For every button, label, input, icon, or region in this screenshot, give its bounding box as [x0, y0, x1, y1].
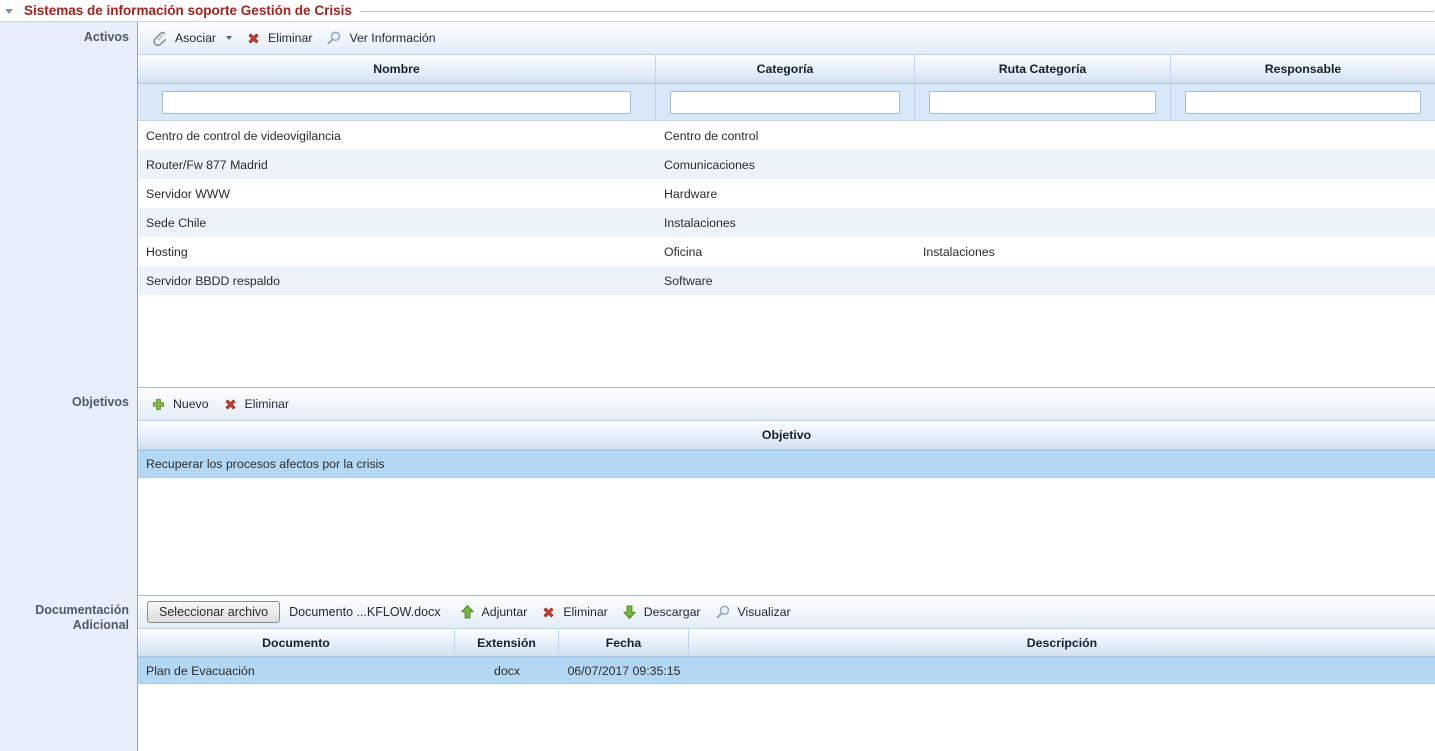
cell-categoria: Software	[656, 274, 915, 288]
column-header-nombre[interactable]: Nombre	[138, 55, 656, 83]
cell-objetivo: Recuperar los procesos afectos por la cr…	[138, 457, 1435, 471]
visualizar-label: Visualizar	[738, 605, 791, 619]
nuevo-label: Nuevo	[173, 397, 209, 411]
table-row[interactable]: Hosting Oficina Instalaciones	[138, 237, 1435, 266]
section-documentacion: Documentación Adicional Seleccionar arch…	[0, 595, 1435, 751]
documentacion-grid-header: Documento Extensión Fecha Descripción	[138, 629, 1435, 657]
column-header-descripcion[interactable]: Descripción	[689, 629, 1435, 656]
selected-file-name: Documento ...KFLOW.docx	[289, 605, 440, 619]
cell-ruta-categoria: Instalaciones	[915, 245, 1171, 259]
visualizar-button[interactable]: Visualizar	[708, 600, 798, 624]
activos-filter-row	[138, 84, 1435, 121]
page-title: Sistemas de información soporte Gestión …	[24, 3, 352, 18]
asociar-label: Asociar	[175, 31, 216, 45]
objetivos-panel: Nuevo Eliminar Objetivo Recuperar los pr…	[138, 387, 1435, 595]
delete-cross-icon	[246, 31, 261, 46]
documentacion-label: Documentación Adicional	[0, 595, 138, 751]
filter-input-nombre[interactable]	[162, 91, 631, 114]
chevron-down-icon[interactable]	[226, 36, 232, 40]
documentacion-eliminar-button[interactable]: Eliminar	[534, 601, 614, 624]
plus-icon	[151, 397, 166, 412]
column-header-responsable[interactable]: Responsable	[1171, 55, 1435, 83]
cell-documento: Plan de Evacuación	[138, 664, 455, 678]
adjuntar-button[interactable]: Adjuntar	[453, 600, 535, 624]
column-header-fecha[interactable]: Fecha	[559, 629, 689, 656]
cell-nombre: Hosting	[138, 245, 656, 259]
arrow-down-icon	[622, 604, 637, 620]
eliminar-label: Eliminar	[563, 605, 607, 619]
magnifier-icon	[326, 30, 342, 46]
filter-cell-ruta-categoria	[915, 84, 1171, 120]
cell-categoria: Comunicaciones	[656, 158, 915, 172]
table-row[interactable]: Router/Fw 877 Madrid Comunicaciones	[138, 150, 1435, 179]
column-header-ruta-categoria[interactable]: Ruta Categoría	[915, 55, 1171, 83]
descargar-label: Descargar	[644, 605, 701, 619]
activos-toolbar: Asociar Eliminar Ver Información	[138, 22, 1435, 55]
objetivos-toolbar: Nuevo Eliminar	[138, 388, 1435, 421]
delete-cross-icon	[541, 605, 556, 620]
activos-label: Activos	[0, 22, 138, 387]
section-activos: Activos Asociar Eliminar	[0, 22, 1435, 387]
ver-informacion-label: Ver Información	[349, 31, 435, 45]
asociar-button[interactable]: Asociar	[144, 26, 239, 51]
documentacion-label-line2: Adicional	[0, 618, 129, 633]
cell-extension: docx	[455, 664, 559, 678]
main-content: Activos Asociar Eliminar	[0, 21, 1435, 751]
paperclip-icon	[151, 30, 168, 47]
magnifier-icon	[715, 604, 731, 620]
filter-input-responsable[interactable]	[1185, 91, 1421, 114]
table-row-selected[interactable]: Recuperar los procesos afectos por la cr…	[138, 450, 1435, 478]
cell-nombre: Sede Chile	[138, 216, 656, 230]
table-row[interactable]: Servidor WWW Hardware	[138, 179, 1435, 208]
objetivos-grid-header: Objetivo	[138, 421, 1435, 450]
filter-cell-categoria	[656, 84, 915, 120]
column-header-extension[interactable]: Extensión	[455, 629, 559, 656]
objetivos-eliminar-button[interactable]: Eliminar	[216, 393, 296, 416]
cell-fecha: 06/07/2017 09:35:15	[559, 664, 689, 678]
cell-categoria: Oficina	[656, 245, 915, 259]
cell-categoria: Instalaciones	[656, 216, 915, 230]
legend-divider	[360, 11, 1434, 12]
cell-nombre: Centro de control de videovigilancia	[138, 129, 656, 143]
cell-nombre: Router/Fw 877 Madrid	[138, 158, 656, 172]
eliminar-label: Eliminar	[268, 31, 312, 45]
filter-input-categoria[interactable]	[670, 91, 900, 114]
activos-eliminar-button[interactable]: Eliminar	[239, 27, 319, 50]
filter-cell-responsable	[1171, 84, 1435, 120]
ver-informacion-button[interactable]: Ver Información	[319, 26, 442, 50]
objetivos-label: Objetivos	[0, 387, 138, 595]
column-header-categoria[interactable]: Categoría	[656, 55, 915, 83]
table-row[interactable]: Centro de control de videovigilancia Cen…	[138, 121, 1435, 150]
activos-grid-header: Nombre Categoría Ruta Categoría Responsa…	[138, 55, 1435, 84]
table-row-selected[interactable]: Plan de Evacuación docx 06/07/2017 09:35…	[138, 657, 1435, 684]
documentacion-toolbar: Seleccionar archivo Documento ...KFLOW.d…	[138, 596, 1435, 629]
filter-input-ruta-categoria[interactable]	[929, 91, 1156, 114]
cell-nombre: Servidor BBDD respaldo	[138, 274, 656, 288]
cell-nombre: Servidor WWW	[138, 187, 656, 201]
arrow-up-icon	[460, 604, 475, 620]
collapse-icon[interactable]	[5, 9, 13, 14]
objetivos-grid-body: Recuperar los procesos afectos por la cr…	[138, 450, 1435, 478]
section-objetivos: Objetivos Nuevo Eliminar Objetivo	[0, 387, 1435, 595]
table-row[interactable]: Servidor BBDD respaldo Software	[138, 266, 1435, 295]
documentacion-grid-body: Plan de Evacuación docx 06/07/2017 09:35…	[138, 657, 1435, 684]
activos-panel: Asociar Eliminar Ver Información	[138, 22, 1435, 387]
delete-cross-icon	[223, 397, 238, 412]
eliminar-label: Eliminar	[245, 397, 289, 411]
table-row[interactable]: Sede Chile Instalaciones	[138, 208, 1435, 237]
column-header-documento[interactable]: Documento	[138, 629, 455, 656]
seleccionar-archivo-button[interactable]: Seleccionar archivo	[147, 601, 280, 623]
activos-grid-body: Centro de control de videovigilancia Cen…	[138, 121, 1435, 295]
cell-categoria: Centro de control	[656, 129, 915, 143]
cell-categoria: Hardware	[656, 187, 915, 201]
documentacion-label-line1: Documentación	[0, 603, 129, 618]
filter-cell-nombre	[138, 84, 656, 120]
documentacion-panel: Seleccionar archivo Documento ...KFLOW.d…	[138, 595, 1435, 751]
descargar-button[interactable]: Descargar	[615, 600, 708, 624]
adjuntar-label: Adjuntar	[482, 605, 528, 619]
fieldset-legend: Sistemas de información soporte Gestión …	[0, 0, 1435, 21]
column-header-objetivo[interactable]: Objetivo	[138, 421, 1435, 449]
nuevo-button[interactable]: Nuevo	[144, 393, 216, 416]
